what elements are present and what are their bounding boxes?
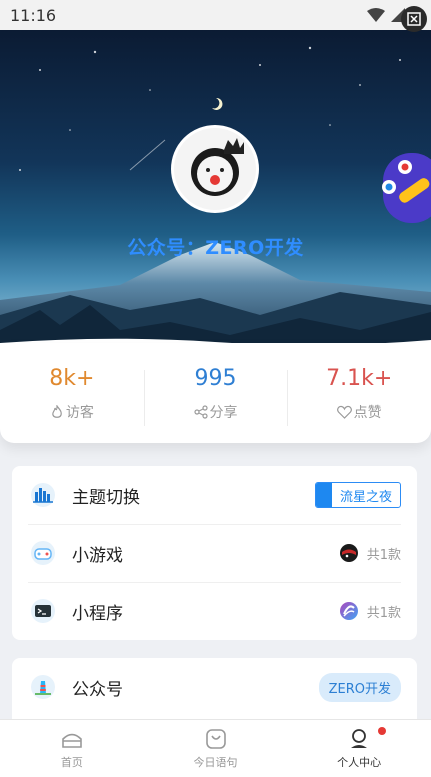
- miniapp-count-area: 共1款: [339, 601, 401, 621]
- notification-dot: [378, 727, 387, 735]
- tab-daily-quote[interactable]: 今日语句: [144, 720, 288, 777]
- bag-icon: [205, 729, 226, 749]
- profile-title: 公众号：ZERO开发: [127, 237, 304, 259]
- stat-value: 8k+: [49, 366, 95, 391]
- stat-label-row: 访客: [0, 402, 144, 422]
- stat-label: 访客: [65, 405, 94, 421]
- share-icon: [193, 405, 208, 419]
- wifi-icon: [367, 8, 385, 22]
- home-icon: [62, 733, 82, 748]
- heart-icon: [336, 405, 352, 419]
- settings-card: 主题切换 流星之夜 小游戏 共1款 小程序 共1款: [12, 466, 417, 640]
- official-value-area: ZERO开发: [318, 672, 401, 702]
- game-count-area: 共1款: [339, 543, 401, 563]
- menu-item-miniapp[interactable]: 小程序 共1款: [12, 582, 417, 640]
- stat-value: 995: [194, 366, 237, 391]
- lighthouse-icon: [30, 674, 56, 700]
- menu-item-label: 小程序: [72, 603, 123, 624]
- game-icon: [30, 540, 56, 566]
- menu-item-label: 公众号: [72, 679, 123, 700]
- terminal-icon: [30, 598, 56, 624]
- mascot-icon[interactable]: [375, 145, 431, 227]
- official-badge: ZERO开发: [318, 672, 401, 702]
- avatar[interactable]: [171, 125, 259, 213]
- tab-home[interactable]: 首页: [0, 720, 144, 777]
- menu-item-label: 小游戏: [72, 545, 123, 566]
- ninja-icon: [339, 544, 358, 562]
- menu-item-official[interactable]: 公众号 ZERO开发: [12, 658, 417, 716]
- close-icon[interactable]: [401, 6, 427, 32]
- menu-item-game[interactable]: 小游戏 共1款: [12, 524, 417, 582]
- user-icon: [351, 729, 368, 748]
- menu-item-theme[interactable]: 主题切换 流星之夜: [12, 466, 417, 524]
- status-bar: 11:16: [0, 0, 431, 30]
- tab-label: 今日语句: [193, 756, 238, 769]
- stat-shares: 995 分享: [143, 364, 288, 426]
- stat-label: 分享: [209, 405, 238, 421]
- theme-value: 流星之夜: [339, 489, 392, 505]
- stat-likes: 7.1k+ 点赞: [287, 364, 431, 426]
- stat-label-row: 分享: [144, 402, 288, 422]
- swirl-icon: [339, 602, 358, 620]
- game-count: 共1款: [366, 547, 401, 563]
- tab-label: 个人中心: [337, 756, 382, 769]
- stat-visitors: 8k+ 访客: [0, 364, 144, 422]
- profile-header: 公众号：ZERO开发: [0, 30, 431, 360]
- official-account-card: 公众号 ZERO开发: [12, 658, 417, 728]
- stat-label: 点赞: [353, 405, 382, 421]
- toggle-knob: [315, 483, 332, 507]
- stat-label-row: 点赞: [287, 402, 431, 422]
- bottom-tab-bar: 首页 今日语句 个人中心: [0, 719, 431, 777]
- theme-switch[interactable]: 流星之夜: [314, 482, 401, 508]
- city-icon: [30, 482, 56, 508]
- miniapp-count: 共1款: [366, 605, 401, 621]
- tab-label: 首页: [60, 756, 83, 769]
- stat-value: 7.1k+: [326, 366, 393, 391]
- theme-toggle[interactable]: 流星之夜: [314, 482, 401, 508]
- menu-item-label: 主题切换: [72, 487, 140, 508]
- status-time: 11:16: [10, 5, 57, 25]
- fire-icon: [52, 405, 62, 418]
- stats-card: 8k+ 访客 995 分享 7.1k+ 点赞: [0, 343, 431, 443]
- tab-profile[interactable]: 个人中心: [287, 720, 431, 777]
